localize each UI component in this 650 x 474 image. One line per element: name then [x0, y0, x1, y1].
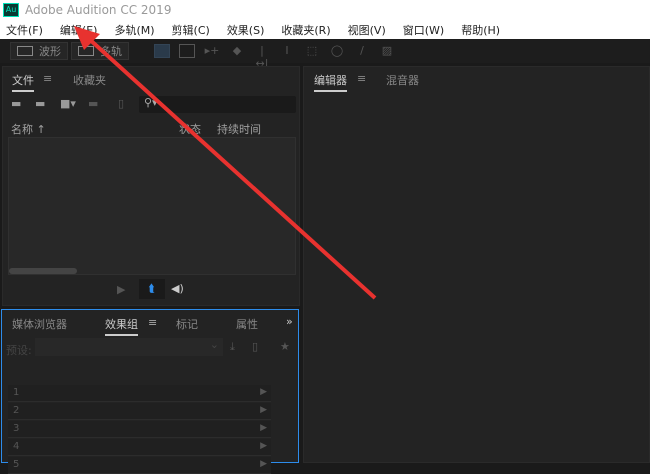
arrow-shaft [86, 36, 377, 300]
annotation-arrow [74, 26, 377, 300]
